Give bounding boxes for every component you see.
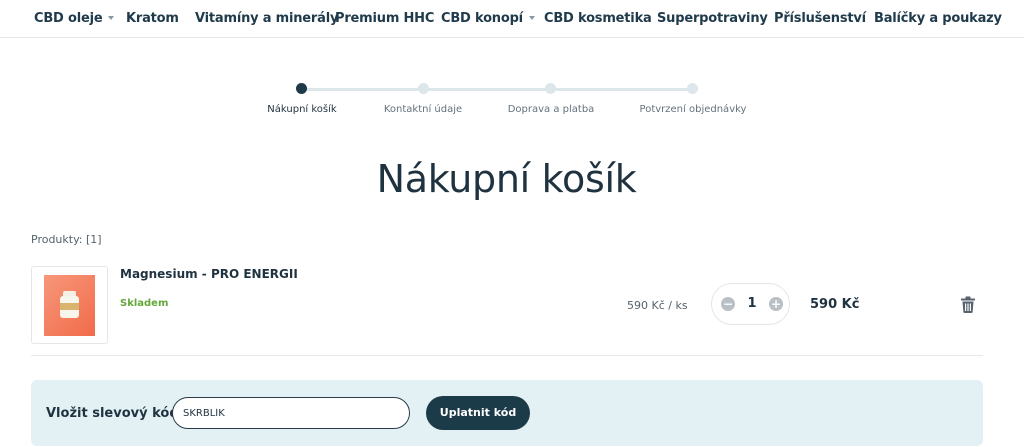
products-count: Produkty: [1] [31, 233, 102, 246]
product-name[interactable]: Magnesium - PRO ENERGII [120, 267, 298, 281]
jar-label [60, 303, 79, 310]
unit-price: 590 Kč / ks [627, 299, 688, 312]
step-dot-cart [296, 83, 307, 94]
stock-status: Skladem [120, 298, 169, 309]
coupon-input[interactable] [172, 397, 410, 429]
cart-item-row: Magnesium - PRO ENERGII Skladem 590 Kč /… [31, 266, 983, 356]
step-dot-confirm [687, 83, 698, 94]
step-label-confirm[interactable]: Potvrzení objednávky [640, 104, 747, 115]
step-label-contact[interactable]: Kontaktní údaje [384, 104, 462, 115]
apply-coupon-button[interactable]: Uplatnit kód [426, 396, 530, 430]
coupon-label: Vložit slevový kód [46, 406, 179, 421]
product-image[interactable] [31, 266, 108, 344]
checkout-steps: Nákupní košík Kontaktní údaje Doprava a … [0, 0, 1024, 140]
quantity-stepper: − 1 + [711, 283, 790, 325]
line-total: 590 Kč [810, 297, 860, 312]
page-title: Nákupní košík [376, 157, 637, 201]
coupon-box: Vložit slevový kód Uplatnit kód [31, 380, 983, 446]
product-image-background [44, 275, 95, 336]
increase-quantity-button[interactable]: + [769, 297, 783, 311]
trash-icon[interactable] [961, 296, 975, 313]
step-label-shipping[interactable]: Doprava a platba [508, 104, 595, 115]
decrease-quantity-button[interactable]: − [721, 297, 735, 311]
step-dot-shipping [545, 83, 556, 94]
step-label-cart[interactable]: Nákupní košík [267, 104, 336, 115]
quantity-value[interactable]: 1 [740, 296, 764, 311]
step-dot-contact [418, 83, 429, 94]
steps-track [302, 88, 693, 91]
